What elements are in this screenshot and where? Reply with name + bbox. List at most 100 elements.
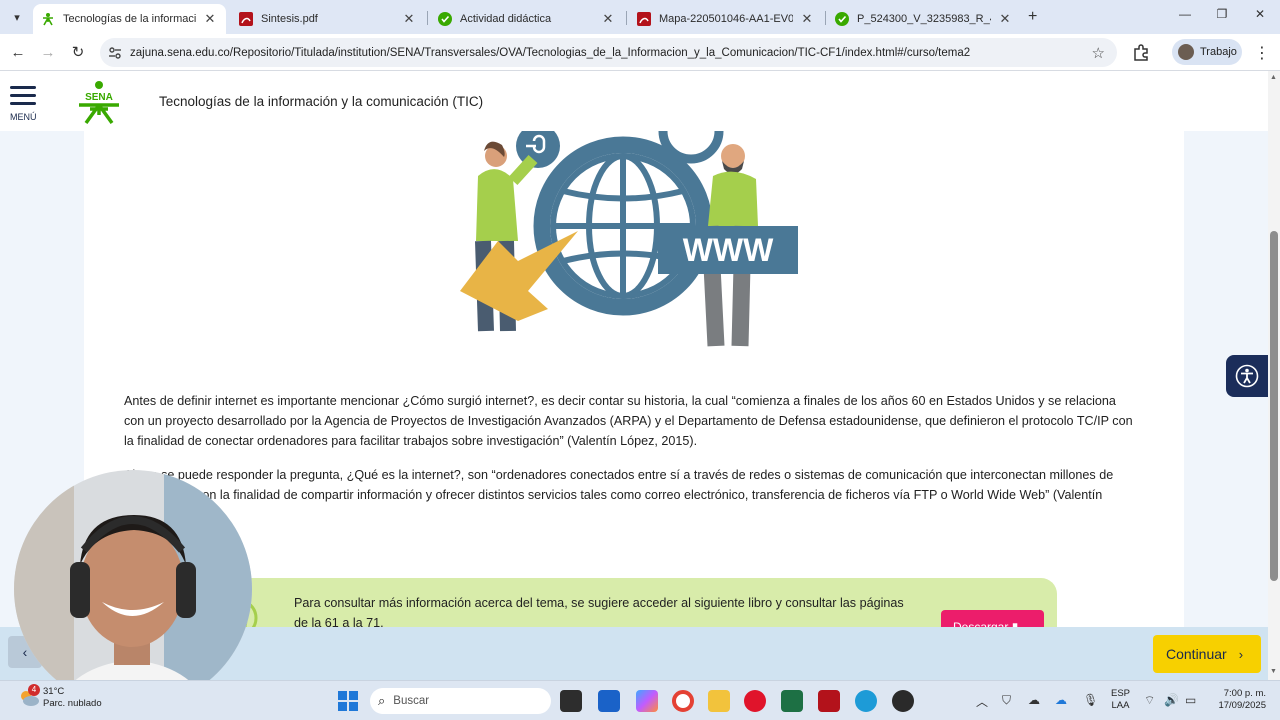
minimize-icon[interactable]: — — [1175, 7, 1195, 21]
tab-actividad[interactable]: Actividad didáctica ✕ — [430, 4, 624, 34]
tab-label: Sintesis.pdf — [261, 13, 318, 25]
forward-arrow-icon[interactable]: → — [38, 43, 58, 63]
language-indicator[interactable]: ESP LAA — [1111, 688, 1130, 712]
profile-avatar — [1178, 44, 1194, 60]
pdf-icon — [637, 12, 651, 26]
internet-illustration: WWW — [460, 131, 798, 347]
definition-paragraph: Ahora se puede responder la pregunta, ¿Q… — [124, 468, 1114, 522]
intro-paragraph: Antes de definir internet es importante … — [124, 394, 1133, 448]
lang-top: ESP — [1111, 688, 1131, 699]
chrome-icon[interactable] — [672, 690, 694, 712]
wifi-icon[interactable]: ⌔ — [1144, 693, 1155, 708]
tab-label: Tecnologías de la información y — [63, 13, 196, 25]
browser-menu-icon[interactable]: ⋮ — [1254, 43, 1270, 63]
clock-time: 7:00 p. m. — [1223, 688, 1266, 699]
sena-favicon-icon — [43, 13, 53, 26]
presenter-webcam — [14, 470, 252, 708]
task-view-icon[interactable] — [560, 690, 582, 712]
tab-search-button[interactable]: ▾ — [6, 6, 28, 28]
sena-green-favicon-icon — [438, 12, 452, 26]
taskbar-search[interactable]: ⌕ Buscar — [370, 688, 551, 714]
weather-icon: 4 — [18, 684, 40, 708]
tab-separator — [825, 11, 826, 25]
bookmark-star-icon[interactable]: ☆ — [1092, 44, 1105, 62]
extensions-puzzle-icon[interactable] — [1131, 43, 1151, 63]
weather-description: Parc. nublado — [43, 698, 102, 709]
recorder-icon[interactable] — [892, 690, 914, 712]
reload-icon[interactable]: ↻ — [68, 43, 88, 63]
continue-label: Continuar — [1166, 646, 1227, 662]
excel-icon[interactable] — [781, 690, 803, 712]
page-scrollbar[interactable]: ▲ ▼ — [1268, 71, 1280, 680]
close-tab-icon[interactable]: ✕ — [799, 11, 815, 27]
close-tab-icon[interactable]: ✕ — [401, 11, 417, 27]
weather-badge: 4 — [28, 684, 40, 696]
accessibility-icon — [1235, 364, 1259, 388]
microphone-icon[interactable]: 🎙 — [1083, 693, 1098, 707]
copilot-icon[interactable] — [636, 690, 658, 712]
chevron-up-icon[interactable]: ︿ — [976, 693, 988, 710]
app-header: MENÚ SENA Tecnologías de la información … — [0, 71, 1268, 131]
file-explorer-icon[interactable] — [708, 690, 730, 712]
hamburger-bar — [10, 102, 36, 105]
battery-icon[interactable]: ▭ — [1185, 693, 1196, 707]
app-icon[interactable] — [744, 690, 766, 712]
course-title: Tecnologías de la información y la comun… — [159, 94, 484, 109]
tab-separator — [626, 11, 627, 25]
windows-taskbar: 4 31°C Parc. nublado ⌕ Buscar ︿ ⛉ ☁ ☁ 🎙 … — [0, 680, 1280, 720]
browser-tab-strip: ▾ Tecnologías de la información y ✕ Sint… — [0, 0, 1280, 34]
windows-start-icon[interactable] — [338, 691, 358, 711]
close-tab-icon[interactable]: ✕ — [997, 11, 1013, 27]
tab-p524300[interactable]: P_524300_V_3235983_R_41_C_ ✕ — [827, 4, 1021, 34]
svg-text:SENA: SENA — [85, 92, 113, 103]
search-icon: ⌕ — [378, 693, 386, 708]
hamburger-icon — [10, 86, 36, 89]
scroll-down-arrow-icon[interactable]: ▼ — [1270, 668, 1277, 675]
close-tab-icon[interactable]: ✕ — [202, 11, 218, 27]
cloud-icon[interactable]: ☁ — [1028, 693, 1040, 707]
tab-label: P_524300_V_3235983_R_41_C_ — [857, 13, 991, 25]
hamburger-bar — [10, 94, 36, 97]
temperature: 31°C — [43, 686, 65, 697]
tab-label: Actividad didáctica — [460, 13, 552, 25]
onedrive-icon[interactable]: ☁ — [1055, 693, 1067, 707]
browser-toolbar: ← → ↻ zajuna.sena.edu.co/Repositorio/Tit… — [0, 34, 1280, 71]
close-tab-icon[interactable]: ✕ — [600, 11, 616, 27]
microsoft-store-icon[interactable] — [598, 690, 620, 712]
close-window-icon[interactable]: ✕ — [1250, 7, 1270, 21]
continue-button[interactable]: Continuar › — [1153, 635, 1261, 673]
weather-widget[interactable]: 4 31°C Parc. nublado — [18, 684, 102, 710]
restore-icon[interactable]: ❐ — [1212, 7, 1232, 21]
accessibility-button[interactable] — [1226, 355, 1268, 397]
tab-sintesis[interactable]: Sintesis.pdf ✕ — [231, 4, 425, 34]
chevron-down-icon: ▾ — [14, 11, 20, 24]
volume-icon[interactable]: 🔊 — [1164, 693, 1179, 707]
www-text: WWW — [683, 232, 774, 268]
acrobat-icon[interactable] — [818, 690, 840, 712]
pdf-icon — [239, 12, 253, 26]
chevron-right-icon: › — [1238, 646, 1244, 662]
tab-mapa[interactable]: Mapa-220501046-AA1-EV01.pd ✕ — [629, 4, 823, 34]
tab-tecnologias[interactable]: Tecnologías de la información y ✕ — [33, 4, 226, 34]
url-text: zajuna.sena.edu.co/Repositorio/Titulada/… — [130, 46, 971, 59]
search-placeholder: Buscar — [393, 695, 430, 707]
site-settings-icon[interactable] — [108, 46, 122, 60]
tab-separator — [427, 11, 428, 25]
tab-label: Mapa-220501046-AA1-EV01.pd — [659, 13, 793, 25]
address-bar[interactable]: zajuna.sena.edu.co/Repositorio/Titulada/… — [100, 38, 1117, 67]
back-arrow-icon[interactable]: ← — [8, 43, 28, 63]
menu-button[interactable]: MENÚ — [10, 86, 37, 122]
profile-button[interactable]: Trabajo — [1172, 39, 1242, 65]
profile-label: Trabajo — [1200, 46, 1237, 58]
scroll-up-arrow-icon[interactable]: ▲ — [1270, 74, 1277, 81]
scrollbar-thumb[interactable] — [1270, 231, 1278, 581]
clock-date: 17/09/2025 — [1218, 700, 1266, 711]
security-icon[interactable]: ⛉ — [1002, 693, 1011, 708]
edge-icon[interactable] — [855, 690, 877, 712]
sena-logo: SENA — [79, 81, 119, 125]
lang-bottom: LAA — [1111, 700, 1130, 711]
menu-label: MENÚ — [10, 112, 37, 122]
new-tab-button[interactable]: + — [1028, 8, 1037, 26]
sena-green-favicon-icon — [835, 12, 849, 26]
system-clock[interactable]: 7:00 p. m. 17/09/2025 — [1208, 688, 1266, 712]
